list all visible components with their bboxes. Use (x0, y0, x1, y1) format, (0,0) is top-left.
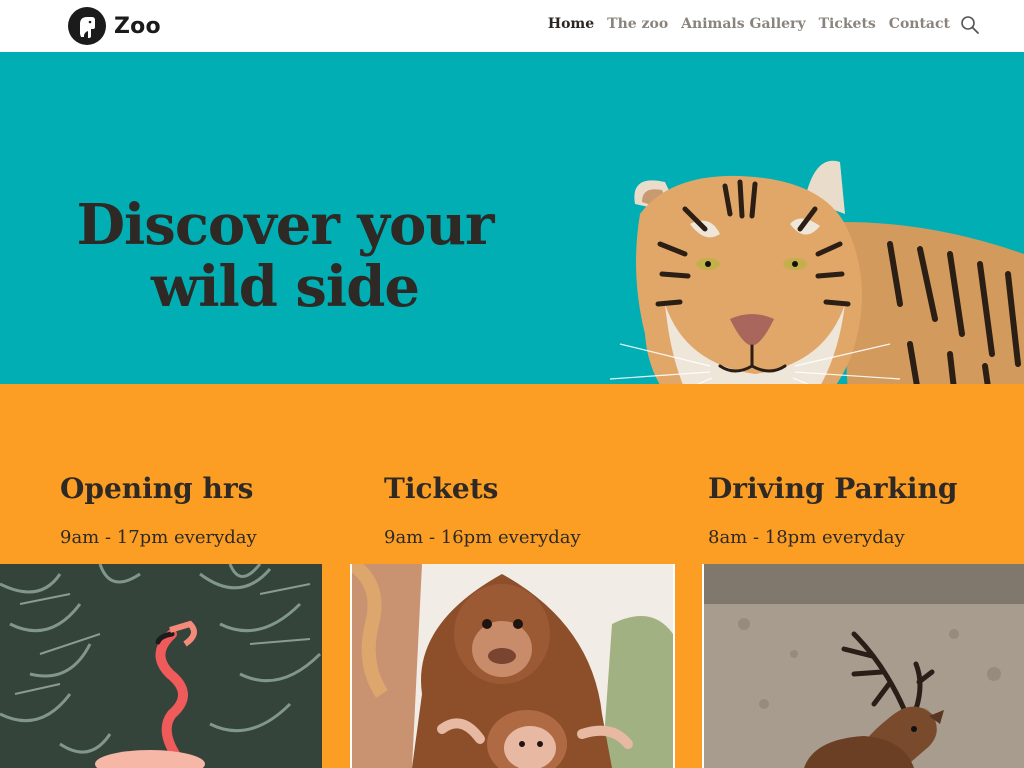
photo-gallery (0, 564, 1024, 768)
nav-the-zoo[interactable]: The zoo (607, 16, 668, 32)
search-icon[interactable] (960, 15, 980, 35)
nav-home[interactable]: Home (548, 16, 594, 32)
hero-title-line-1: Discover your (76, 192, 494, 258)
parking-title: Driving Parking (708, 472, 958, 505)
parking-text: 8am - 18pm everyday (708, 527, 905, 548)
flamingo-photo[interactable] (0, 564, 322, 768)
tickets-block: Tickets 9am - 16pm everyday (384, 472, 581, 548)
tickets-title: Tickets (384, 472, 499, 505)
deer-photo[interactable] (702, 564, 1024, 768)
hero-title: Discover your wild side (40, 194, 530, 318)
monkey-photo[interactable] (350, 564, 675, 768)
main-nav: Home The zoo Animals Gallery Tickets Con… (535, 16, 950, 32)
elephant-head-icon (68, 7, 106, 45)
hero-banner: Discover your wild side (0, 52, 1024, 384)
info-section: Opening hrs 9am - 17pm everyday Tickets … (0, 384, 1024, 564)
opening-hours-block: Opening hrs 9am - 17pm everyday (60, 472, 257, 548)
logo[interactable]: Zoo (68, 7, 161, 45)
opening-hours-title: Opening hrs (60, 472, 254, 505)
nav-animals-gallery[interactable]: Animals Gallery (681, 16, 805, 32)
tickets-text: 9am - 16pm everyday (384, 527, 581, 548)
nav-tickets[interactable]: Tickets (819, 16, 876, 32)
nav-contact[interactable]: Contact (889, 16, 950, 32)
opening-hours-text: 9am - 17pm everyday (60, 527, 257, 548)
tiger-image (609, 160, 1024, 384)
logo-text: Zoo (114, 13, 161, 39)
site-header: Zoo Home The zoo Animals Gallery Tickets… (0, 0, 1024, 52)
parking-block: Driving Parking 8am - 18pm everyday (708, 472, 957, 548)
hero-title-line-2: wild side (151, 254, 420, 320)
